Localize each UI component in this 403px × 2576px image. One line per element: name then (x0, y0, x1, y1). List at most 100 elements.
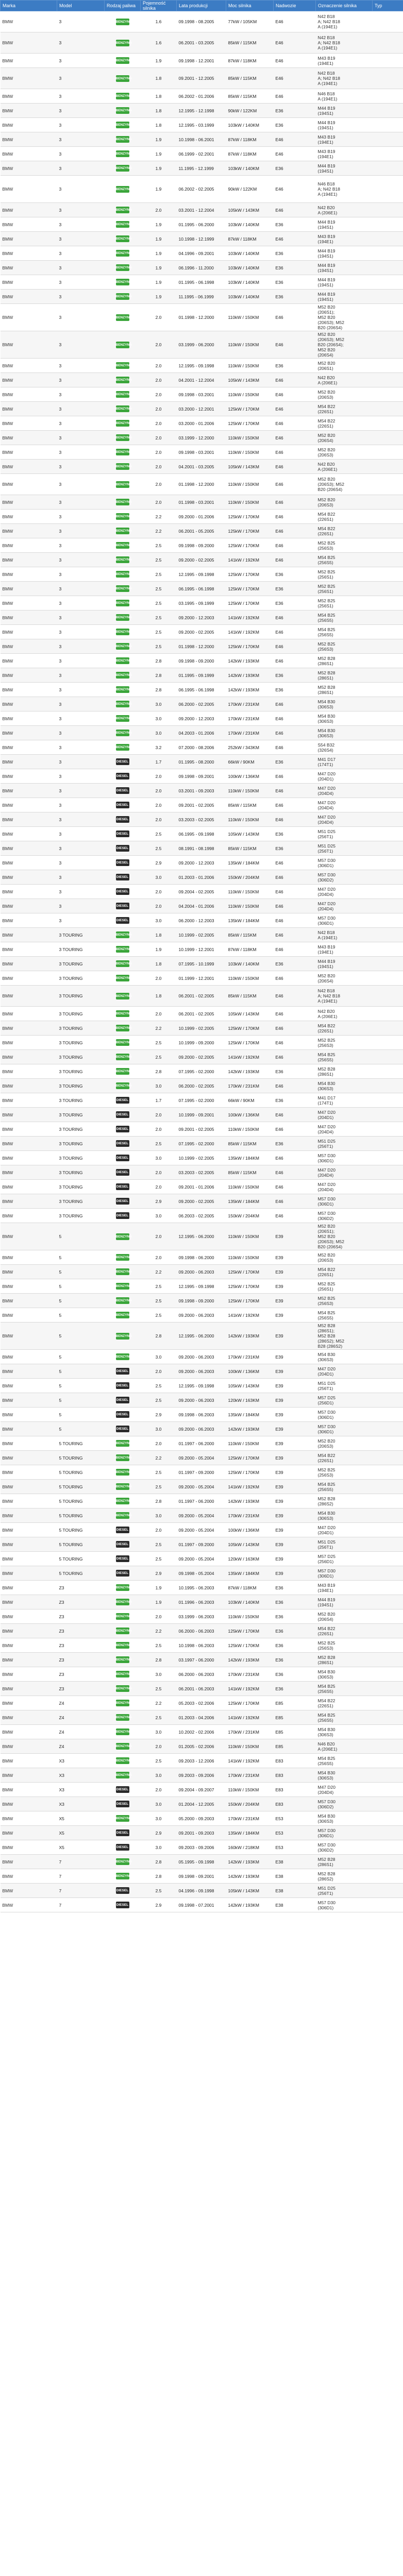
column-header-nadwozie[interactable]: Nadwozie (273, 0, 316, 11)
table-row[interactable]: BMW 3 TOURING DIESEL 2.0 03.2003 - 02.2005 85… (0, 1165, 403, 1180)
table-row[interactable]: BMW 5 TOURING BENZYNA 2.2 09.2000 - 05.2004 1… (0, 1450, 403, 1465)
column-header-model[interactable]: Model (57, 0, 105, 11)
table-row[interactable]: BMW 3 BENZYNA 2.2 06.2001 - 05.2005 125kW / 1… (0, 523, 403, 538)
table-row[interactable]: BMW 3 BENZYNA 1.8 06.2002 - 01.2006 85kW / 11… (0, 89, 403, 104)
table-row[interactable]: BMW 3 DIESEL 2.0 03.2003 - 02.2005 110kW / 15… (0, 812, 403, 827)
column-header-oznaczenie-silnika[interactable]: Oznaczenie silnika (315, 0, 373, 11)
table-row[interactable]: BMW Z4 BENZYNA 2.2 05.2003 - 02.2006 125kW / … (0, 1696, 403, 1710)
table-row[interactable]: BMW 3 BENZYNA 2.0 03.1999 - 12.2000 110kW / 1… (0, 430, 403, 445)
table-row[interactable]: BMW 3 BENZYNA 2.5 09.2000 - 02.2005 141kW / 1… (0, 552, 403, 567)
table-row[interactable]: BMW 5 DIESEL 2.5 12.1995 - 09.1998 105kW / 14… (0, 1378, 403, 1393)
table-row[interactable]: BMW 3 BENZYNA 2.5 12.1995 - 09.1998 125kW / 1… (0, 567, 403, 582)
table-row[interactable]: BMW 3 DIESEL 3.0 06.2000 - 12.2003 135kW / 18… (0, 913, 403, 928)
table-row[interactable]: BMW 7 DIESEL 2.9 09.1998 - 07.2001 142kW / 19… (0, 1897, 403, 1912)
table-row[interactable]: BMW 5 TOURING BENZYNA 3.0 09.2000 - 05.2004 1… (0, 1508, 403, 1523)
table-row[interactable]: BMW 3 BENZYNA 1.9 11.1995 - 06.1999 103kW / 1… (0, 289, 403, 304)
table-row[interactable]: BMW 5 BENZYNA 2.2 09.2000 - 06.2003 125kW / 1… (0, 1264, 403, 1279)
table-row[interactable]: BMW X5 BENZYNA 3.0 05.2000 - 09.2003 170kW / … (0, 1811, 403, 1826)
table-row[interactable]: BMW Z3 BENZYNA 2.8 03.1997 - 06.2000 142kW / … (0, 1652, 403, 1667)
table-row[interactable]: BMW 3 BENZYNA 2.5 06.1995 - 06.1998 125kW / 1… (0, 581, 403, 596)
table-row[interactable]: BMW Z3 BENZYNA 2.2 06.2000 - 06.2003 125kW / … (0, 1623, 403, 1638)
column-header-lata-produkcji[interactable]: Lata produkcji (176, 0, 226, 11)
table-row[interactable]: BMW 3 BENZYNA 1.9 10.1998 - 06.2001 87kW / 11… (0, 132, 403, 147)
table-row[interactable]: BMW Z4 BENZYNA 2.5 01.2003 - 04.2006 141kW / … (0, 1710, 403, 1725)
table-row[interactable]: BMW 3 TOURING BENZYNA 2.5 10.1999 - 09.2000 1… (0, 1035, 403, 1050)
table-row[interactable]: BMW 3 BENZYNA 2.0 01.1998 - 12.2000 110kW / 1… (0, 473, 403, 495)
table-row[interactable]: BMW 3 TOURING DIESEL 1.7 07.1995 - 02.2000 66… (0, 1093, 403, 1108)
table-row[interactable]: BMW 3 BENZYNA 1.6 06.2001 - 03.2005 85kW / 11… (0, 32, 403, 54)
table-row[interactable]: BMW 3 TOURING BENZYNA 2.0 06.2001 - 02.2005 1… (0, 1006, 403, 1021)
table-row[interactable]: BMW 5 BENZYNA 3.0 09.2000 - 06.2003 170kW / 2… (0, 1349, 403, 1364)
table-row[interactable]: BMW 5 DIESEL 3.0 09.2000 - 06.2003 142kW / 19… (0, 1421, 403, 1436)
table-row[interactable]: BMW 5 BENZYNA 2.5 12.1995 - 09.1998 125kW / 1… (0, 1279, 403, 1294)
table-row[interactable]: BMW 3 BENZYNA 2.0 03.2000 - 12.2001 125kW / 1… (0, 401, 403, 416)
table-row[interactable]: BMW 5 BENZYNA 2.8 12.1995 - 06.2000 142kW / 1… (0, 1322, 403, 1350)
table-row[interactable]: BMW 5 BENZYNA 2.5 09.1998 - 09.2000 125kW / 1… (0, 1293, 403, 1308)
table-row[interactable]: BMW Z3 BENZYNA 1.9 01.1996 - 06.2003 103kW / … (0, 1595, 403, 1609)
table-row[interactable]: BMW 3 TOURING DIESEL 2.0 09.2001 - 01.2006 11… (0, 1179, 403, 1194)
table-row[interactable]: BMW 3 BENZYNA 1.8 09.2001 - 12.2005 85kW / 11… (0, 67, 403, 89)
table-row[interactable]: BMW 3 TOURING BENZYNA 2.2 10.1999 - 02.2005 1… (0, 1021, 403, 1036)
table-row[interactable]: BMW 3 BENZYNA 3.0 06.2000 - 02.2005 170kW / 2… (0, 697, 403, 711)
table-row[interactable]: BMW 3 BENZYNA 1.9 01.1995 - 06.2000 103kW / 1… (0, 217, 403, 232)
table-row[interactable]: BMW 3 BENZYNA 2.0 09.1998 - 03.2001 110kW / 1… (0, 445, 403, 460)
table-row[interactable]: BMW 3 DIESEL 2.0 04.2004 - 01.2006 110kW / 15… (0, 899, 403, 913)
table-row[interactable]: BMW 7 BENZYNA 2.8 05.1995 - 09.1998 142kW / 1… (0, 1854, 403, 1869)
table-row[interactable]: BMW 3 BENZYNA 2.8 01.1995 - 09.1999 142kW / 1… (0, 668, 403, 683)
table-row[interactable]: BMW Z4 BENZYNA 2.0 01.2005 - 02.2006 110kW / … (0, 1739, 403, 1754)
table-row[interactable]: BMW 7 DIESEL 2.5 04.1996 - 09.1998 105kW / 14… (0, 1883, 403, 1898)
table-row[interactable]: BMW 5 DIESEL 2.0 09.2000 - 06.2003 100kW / 13… (0, 1364, 403, 1379)
column-header-rodzaj-paliwa[interactable]: Rodzaj paliwa (104, 0, 141, 11)
table-row[interactable]: BMW Z3 BENZYNA 1.9 10.1995 - 06.2003 87kW / 1… (0, 1580, 403, 1595)
table-row[interactable]: BMW 3 BENZYNA 1.8 12.1995 - 12.1998 90kW / 12… (0, 103, 403, 118)
table-row[interactable]: BMW 3 BENZYNA 2.5 09.2000 - 02.2005 141kW / 1… (0, 624, 403, 639)
table-row[interactable]: BMW 5 TOURING BENZYNA 2.5 01.1997 - 09.2000 1… (0, 1465, 403, 1480)
table-row[interactable]: BMW 3 BENZYNA 1.9 10.1998 - 12.1999 87kW / 11… (0, 231, 403, 246)
table-row[interactable]: BMW 3 TOURING BENZYNA 1.8 06.2001 - 02.2005 8… (0, 985, 403, 1007)
table-row[interactable]: BMW 3 BENZYNA 1.9 06.2002 - 02.2005 90kW / 12… (0, 175, 403, 203)
table-row[interactable]: BMW 3 DIESEL 3.0 01.2003 - 01.2006 150kW / 20… (0, 870, 403, 885)
table-row[interactable]: BMW 3 TOURING DIESEL 2.5 07.1995 - 02.2000 85… (0, 1136, 403, 1151)
table-row[interactable]: BMW X5 DIESEL 2.9 09.2001 - 09.2003 135kW / 1… (0, 1825, 403, 1840)
table-row[interactable]: BMW 3 BENZYNA 2.0 04.2001 - 12.2004 105kW / 1… (0, 372, 403, 387)
table-row[interactable]: BMW 3 TOURING DIESEL 2.0 09.2001 - 02.2005 11… (0, 1122, 403, 1137)
column-header-pojemnosc-silnika[interactable]: Pojemność silnika (140, 0, 177, 11)
table-row[interactable]: BMW 3 BENZYNA 1.9 11.1995 - 12.1999 103kW / 1… (0, 161, 403, 176)
table-row[interactable]: BMW 5 TOURING BENZYNA 2.0 01.1997 - 06.2000 1… (0, 1436, 403, 1451)
table-row[interactable]: BMW 3 TOURING BENZYNA 2.8 07.1995 - 02.2000 1… (0, 1064, 403, 1079)
table-row[interactable]: BMW 3 BENZYNA 1.9 06.1996 - 11.2000 103kW / 1… (0, 260, 403, 275)
table-row[interactable]: BMW 3 BENZYNA 2.0 03.2001 - 12.2004 105kW / 1… (0, 202, 403, 217)
table-row[interactable]: BMW 3 TOURING BENZYNA 3.0 06.2000 - 02.2005 1… (0, 1078, 403, 1093)
table-row[interactable]: BMW 3 TOURING BENZYNA 1.8 10.1999 - 02.2005 8… (0, 927, 403, 942)
table-row[interactable]: BMW 3 BENZYNA 2.0 03.1999 - 06.2000 110kW / 1… (0, 331, 403, 359)
table-row[interactable]: BMW 5 DIESEL 2.5 09.2000 - 06.2003 120kW / 16… (0, 1393, 403, 1408)
table-row[interactable]: BMW X3 DIESEL 3.0 01.2004 - 12.2005 150kW / 2… (0, 1797, 403, 1811)
table-row[interactable]: BMW 5 TOURING BENZYNA 2.8 01.1997 - 06.2000 1… (0, 1494, 403, 1509)
table-row[interactable]: BMW 3 BENZYNA 1.9 06.1999 - 02.2001 87kW / 11… (0, 146, 403, 161)
table-row[interactable]: BMW 5 BENZYNA 2.0 09.1998 - 06.2000 110kW / 1… (0, 1250, 403, 1265)
table-row[interactable]: BMW 3 BENZYNA 2.0 01.1998 - 03.2001 110kW / 1… (0, 495, 403, 510)
table-row[interactable]: BMW 7 BENZYNA 2.8 09.1998 - 09.2001 142kW / 1… (0, 1869, 403, 1884)
table-row[interactable]: BMW Z3 BENZYNA 2.0 03.1999 - 06.2003 110kW / … (0, 1609, 403, 1624)
table-row[interactable]: BMW Z3 BENZYNA 2.5 06.2001 - 06.2003 141kW / … (0, 1681, 403, 1696)
table-row[interactable]: BMW 3 TOURING DIESEL 2.9 09.2000 - 02.2005 13… (0, 1194, 403, 1209)
table-row[interactable]: BMW 3 BENZYNA 2.0 12.1995 - 09.1998 110kW / 1… (0, 358, 403, 373)
table-row[interactable]: BMW 3 BENZYNA 2.5 09.1998 - 09.2000 125kW / 1… (0, 538, 403, 553)
table-row[interactable]: BMW 3 DIESEL 2.9 09.2000 - 12.2003 135kW / 18… (0, 855, 403, 870)
table-row[interactable]: BMW 3 TOURING BENZYNA 2.0 01.1999 - 12.2001 1… (0, 971, 403, 986)
table-row[interactable]: BMW 5 BENZYNA 2.0 12.1995 - 06.2000 110kW / 1… (0, 1223, 403, 1250)
table-row[interactable]: BMW 3 BENZYNA 2.5 09.2000 - 12.2003 141kW / 1… (0, 610, 403, 625)
table-row[interactable]: BMW X3 BENZYNA 2.5 09.2003 - 12.2006 141kW / … (0, 1753, 403, 1768)
table-row[interactable]: BMW Z3 BENZYNA 3.0 06.2000 - 06.2003 170kW / … (0, 1667, 403, 1682)
column-header-typ[interactable]: Typ (372, 0, 403, 11)
table-row[interactable]: BMW 3 TOURING DIESEL 3.0 10.1999 - 02.2005 13… (0, 1150, 403, 1165)
table-row[interactable]: BMW 5 DIESEL 2.9 09.1998 - 06.2003 135kW / 18… (0, 1407, 403, 1422)
table-row[interactable]: BMW 3 TOURING DIESEL 2.0 10.1999 - 09.2001 10… (0, 1107, 403, 1122)
table-row[interactable]: BMW 3 BENZYNA 2.0 04.2001 - 03.2005 105kW / 1… (0, 459, 403, 474)
table-row[interactable]: BMW 3 BENZYNA 3.0 09.2000 - 12.2003 170kW / 2… (0, 711, 403, 726)
table-row[interactable]: BMW X3 DIESEL 2.0 09.2004 - 09.2007 110kW / 1… (0, 1782, 403, 1797)
table-row[interactable]: BMW 3 BENZYNA 3.2 07.2000 - 08.2006 252kW / 3… (0, 740, 403, 755)
table-row[interactable]: BMW 3 BENZYNA 1.9 04.1996 - 09.2001 103kW / 1… (0, 246, 403, 261)
table-row[interactable]: BMW 3 BENZYNA 2.8 06.1995 - 06.1998 142kW / 1… (0, 682, 403, 697)
table-row[interactable]: BMW 3 TOURING BENZYNA 2.5 09.2000 - 02.2005 1… (0, 1049, 403, 1064)
